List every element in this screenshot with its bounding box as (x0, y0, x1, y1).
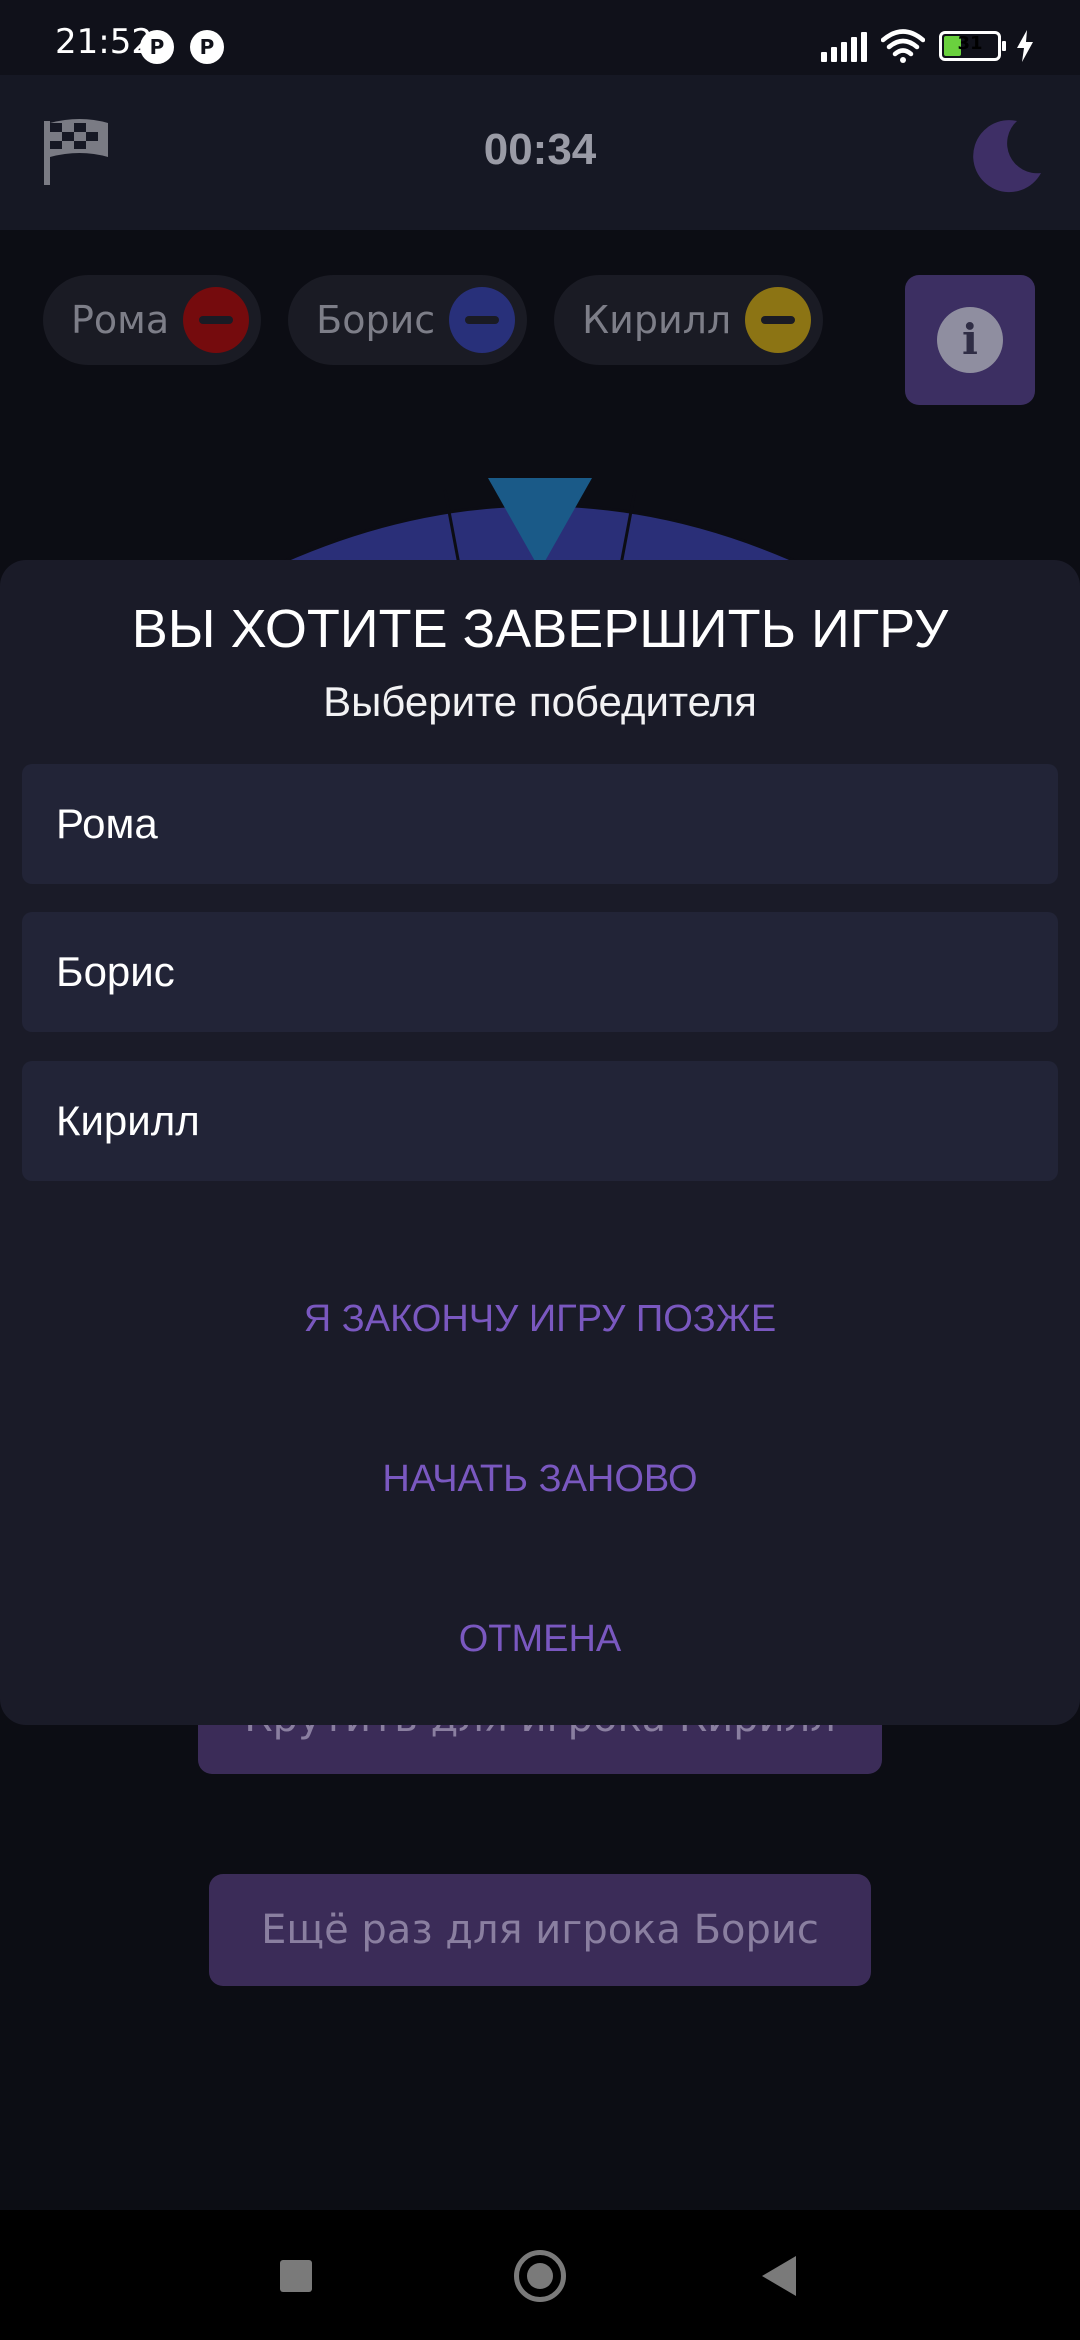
wifi-icon (881, 29, 925, 63)
minus-icon (761, 316, 796, 324)
app-bar: 00:34 (0, 75, 1080, 230)
player-name: Кирилл (582, 298, 732, 342)
remove-player-button[interactable] (183, 287, 250, 353)
info-icon: i (937, 307, 1003, 373)
player-name: Рома (71, 298, 170, 342)
players-list: Рома Борис Кирилл (43, 275, 824, 365)
battery-level: 31 (957, 33, 983, 54)
winner-option[interactable]: Кирилл (22, 1061, 1058, 1181)
restart-button[interactable]: НАЧАТЬ ЗАНОВО (0, 1458, 1080, 1501)
player-chip: Борис (288, 275, 528, 365)
recents-icon[interactable] (280, 2260, 312, 2292)
spin-wheel (264, 478, 816, 570)
notification-app-icon: P (140, 30, 174, 64)
player-name: Борис (316, 298, 436, 342)
system-nav-bar (0, 2210, 1080, 2340)
back-icon[interactable] (762, 2256, 796, 2296)
status-bar: 21:52 P P 31 (0, 0, 1080, 75)
battery-icon: 31 (939, 31, 1006, 61)
notification-app-icon: P (190, 30, 224, 64)
minus-icon (199, 316, 234, 324)
end-game-dialog: ВЫ ХОТИТЕ ЗАВЕРШИТЬ ИГРУ Выберите победи… (0, 560, 1080, 1725)
player-chip: Рома (43, 275, 262, 365)
moon-icon[interactable] (965, 115, 1045, 195)
remove-player-button[interactable] (745, 287, 812, 353)
finish-later-button[interactable]: Я ЗАКОНЧУ ИГРУ ПОЗЖЕ (0, 1298, 1080, 1341)
player-chip: Кирилл (554, 275, 824, 365)
home-icon[interactable] (514, 2250, 566, 2302)
winner-option[interactable]: Рома (22, 764, 1058, 884)
remove-player-button[interactable] (449, 287, 516, 353)
info-button[interactable]: i (905, 275, 1035, 405)
spin-again-button[interactable]: Ещё раз для игрока Борис (209, 1874, 871, 1986)
status-time: 21:52 (55, 22, 153, 62)
signal-icon (821, 30, 867, 62)
game-timer: 00:34 (483, 125, 597, 174)
cancel-button[interactable]: ОТМЕНА (0, 1618, 1080, 1661)
dialog-subtitle: Выберите победителя (323, 678, 757, 725)
charging-icon (1017, 30, 1033, 62)
minus-icon (465, 316, 500, 324)
dialog-title: ВЫ ХОТИТЕ ЗАВЕРШИТЬ ИГРУ (131, 599, 949, 659)
winner-option[interactable]: Борис (22, 912, 1058, 1032)
